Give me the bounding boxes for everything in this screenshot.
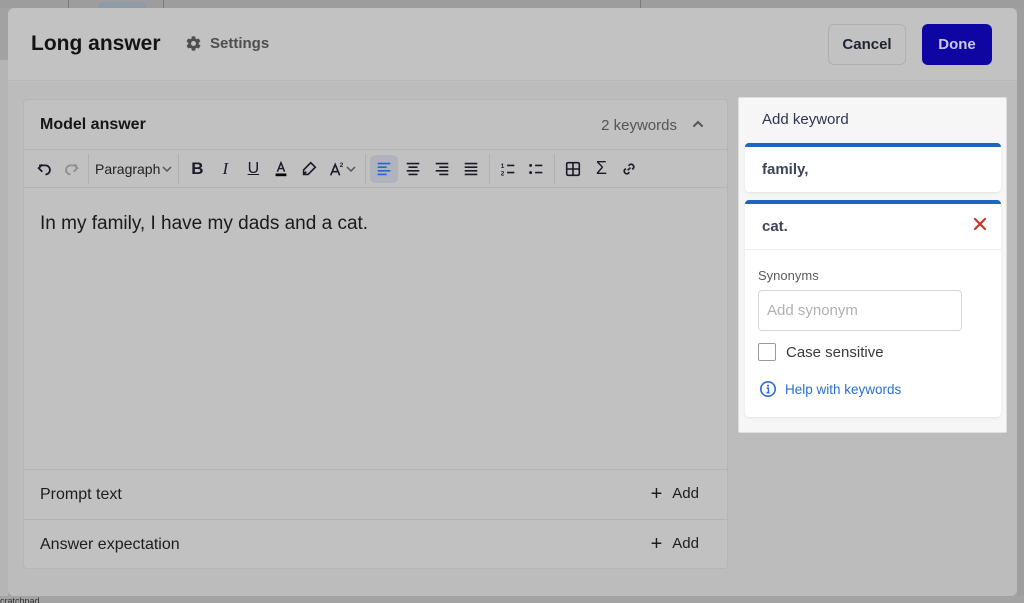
svg-text:2: 2 [340, 162, 344, 169]
link-button[interactable] [615, 155, 643, 183]
background-topbar [0, 0, 1024, 8]
keyword-text: cat. [762, 218, 788, 235]
background-right-strip [1017, 8, 1024, 603]
keywords-panel: Add keyword family, cat. Synonyms Case s… [738, 97, 1007, 433]
modal-title: Long answer [31, 32, 161, 55]
model-answer-text[interactable]: In my family, I have my dads and a cat. [40, 213, 368, 235]
case-sensitive-checkbox[interactable]: Case sensitive [758, 343, 884, 361]
justify-button[interactable] [456, 155, 485, 183]
add-label: Add [672, 535, 699, 552]
divider [745, 249, 1001, 250]
align-center-icon [406, 162, 420, 175]
editor-toolbar: Paragraph B I U 2 1 2 Σ [24, 150, 727, 188]
superscript-dropdown[interactable]: 2 [323, 155, 361, 183]
done-button[interactable]: Done [922, 24, 992, 65]
bullet-list-button[interactable] [522, 155, 550, 183]
italic-icon: I [222, 158, 229, 178]
svg-text:1: 1 [501, 163, 505, 170]
synonyms-label: Synonyms [758, 268, 819, 283]
settings-label: Settings [210, 35, 270, 52]
add-answer-expectation-button[interactable]: + Add [650, 532, 699, 555]
toolbar-divider [88, 153, 89, 184]
model-answer-card: Model answer 2 keywords Paragraph B I U … [23, 99, 728, 569]
prompt-text-row: Prompt text + Add [24, 469, 727, 519]
background-scratchpad-label: cratchpad [0, 596, 40, 603]
highlight-button[interactable] [295, 155, 323, 183]
undo-icon [37, 163, 51, 175]
table-icon [566, 161, 581, 176]
model-answer-title: Model answer [40, 116, 146, 133]
keyword-item-expanded: cat. Synonyms Case sensitive Help with k… [745, 200, 1001, 417]
settings-button[interactable]: Settings [185, 35, 269, 52]
keyword-count: 2 keywords [601, 117, 677, 134]
prompt-text-label: Prompt text [40, 486, 122, 503]
paragraph-label: Paragraph [95, 160, 161, 177]
keyword-text: family, [762, 161, 809, 178]
chevron-down-icon [162, 165, 172, 172]
superscript-icon: 2 [330, 162, 344, 176]
align-left-icon [378, 162, 391, 175]
gear-icon [186, 36, 201, 51]
math-button[interactable]: Σ [587, 155, 615, 183]
bullet-list-icon [529, 163, 543, 174]
align-right-icon [435, 162, 449, 175]
keyword-item[interactable]: family, [745, 143, 1001, 192]
add-keyword-button[interactable]: Add keyword [762, 111, 849, 128]
answer-expectation-label: Answer expectation [40, 536, 180, 553]
redo-icon [65, 163, 79, 175]
align-center-button[interactable] [398, 155, 427, 183]
sigma-icon: Σ [595, 158, 607, 178]
chevron-up-icon[interactable] [691, 117, 705, 131]
numbered-list-icon: 12 [501, 163, 515, 177]
bold-button[interactable]: B [183, 155, 211, 183]
checkbox[interactable] [758, 343, 776, 361]
text-color-button[interactable] [267, 155, 295, 183]
svg-text:2: 2 [501, 170, 505, 177]
underline-button[interactable]: U [239, 155, 267, 183]
align-right-button[interactable] [427, 155, 456, 183]
align-left-button[interactable] [370, 154, 399, 183]
background-divider [640, 0, 641, 8]
undo-button[interactable] [32, 155, 58, 183]
help-label: Help with keywords [785, 381, 902, 397]
justify-icon [464, 162, 478, 175]
model-answer-editor[interactable]: In my family, I have my dads and a cat. [24, 189, 727, 469]
plus-icon: + [650, 532, 663, 555]
toolbar-divider [365, 153, 367, 184]
model-answer-header: Model answer 2 keywords [24, 100, 727, 150]
background-divider [68, 0, 69, 8]
underline-icon: U [247, 159, 260, 177]
italic-button[interactable]: I [211, 155, 239, 183]
modal-header: Long answer Settings Cancel Done [8, 8, 1017, 81]
table-button[interactable] [559, 155, 587, 183]
cancel-button[interactable]: Cancel [828, 24, 906, 65]
background-divider [163, 0, 164, 8]
link-icon [623, 162, 635, 175]
info-icon [759, 380, 777, 398]
toolbar-divider [489, 153, 491, 184]
help-with-keywords-link[interactable]: Help with keywords [759, 380, 901, 398]
add-prompt-text-button[interactable]: + Add [650, 482, 699, 505]
chevron-down-icon [346, 165, 356, 172]
paragraph-dropdown[interactable]: Paragraph [93, 155, 174, 183]
toolbar-divider [178, 153, 180, 184]
add-label: Add [672, 485, 699, 502]
highlighter-icon [303, 161, 317, 175]
close-icon[interactable] [973, 217, 987, 231]
numbered-list-button[interactable]: 12 [494, 155, 522, 183]
answer-expectation-row: Answer expectation + Add [24, 519, 727, 569]
background-sidebar [0, 60, 8, 603]
bold-icon: B [191, 158, 204, 178]
case-sensitive-label: Case sensitive [786, 343, 884, 361]
synonym-input[interactable] [758, 290, 962, 331]
plus-icon: + [650, 482, 663, 505]
text-color-icon [275, 160, 287, 176]
redo-button[interactable] [58, 155, 84, 183]
background-bottom-bar [0, 596, 1024, 603]
toolbar-divider [554, 153, 556, 184]
